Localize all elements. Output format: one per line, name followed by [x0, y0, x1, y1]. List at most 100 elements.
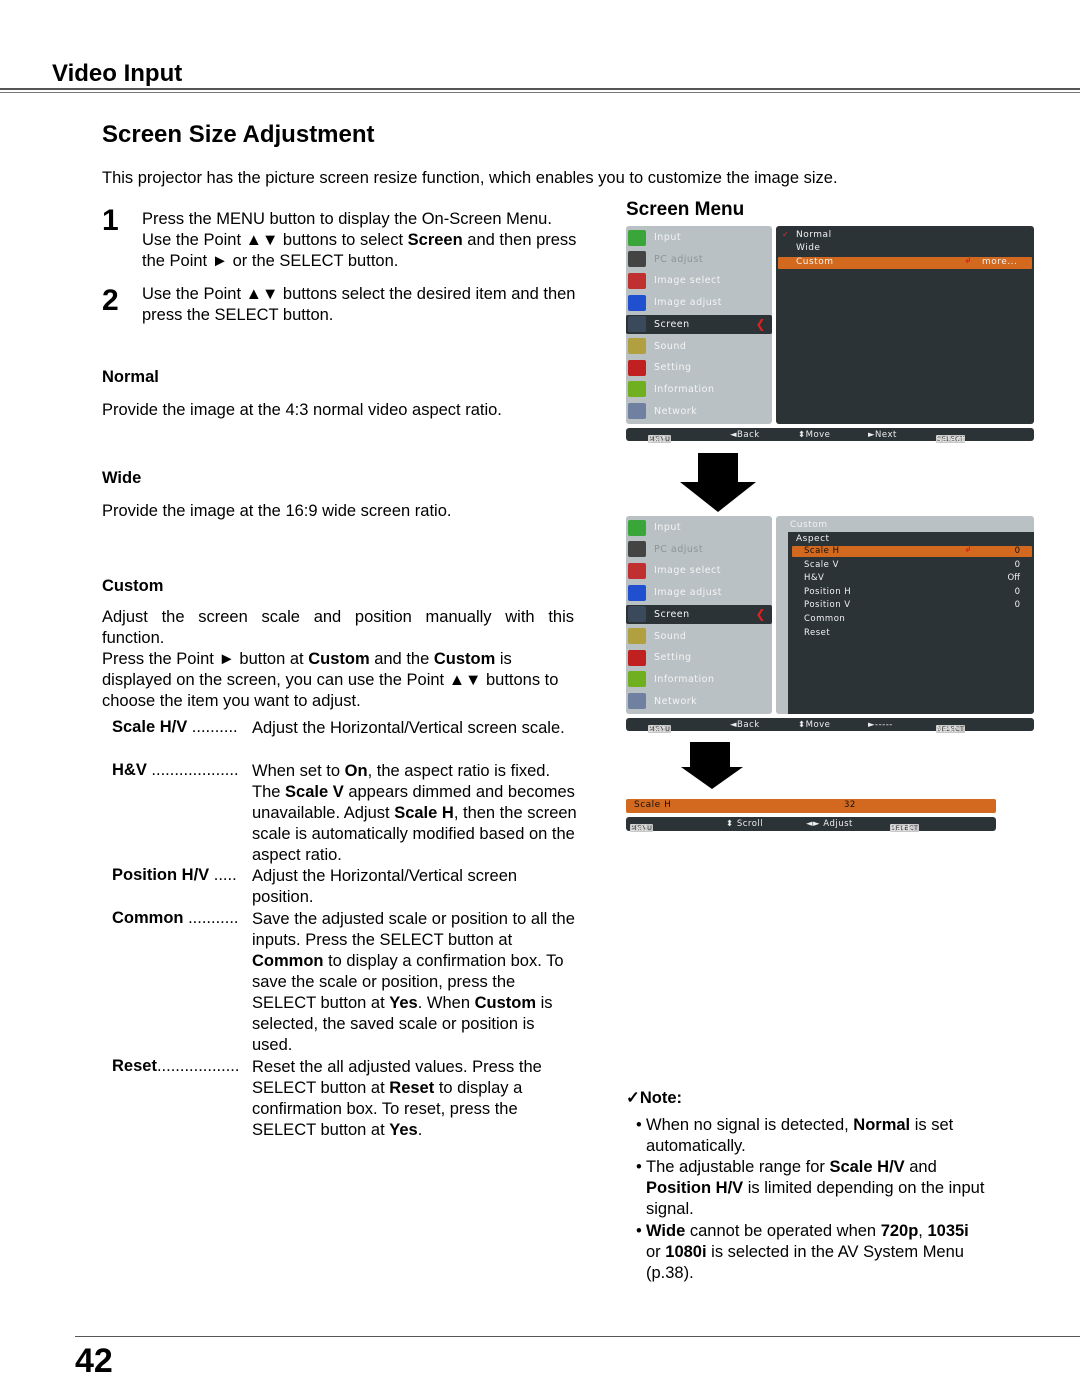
note-title: ✓Note:: [626, 1089, 682, 1107]
definition-term: Common ...........: [112, 909, 239, 927]
bullet: •: [636, 1158, 642, 1176]
menu-item-image-select[interactable]: Image select: [626, 271, 772, 290]
footer-back: ◄Back: [730, 429, 760, 440]
custom-item-scale-v[interactable]: Scale V: [804, 560, 839, 570]
section-title: Video Input: [52, 60, 183, 87]
screen-icon: [628, 606, 646, 623]
menu-item-label: PC adjust: [654, 543, 704, 555]
menu-item-label: Input: [654, 232, 682, 243]
custom-item-reset[interactable]: Reset: [804, 628, 830, 638]
menu-item-input[interactable]: Input: [626, 228, 772, 247]
menu-item-input[interactable]: Input: [626, 518, 772, 537]
menu-item-setting[interactable]: Setting: [626, 358, 772, 377]
option-wide[interactable]: Wide: [796, 243, 820, 253]
custom-text-line1: Adjust the screen scale and position man…: [102, 608, 574, 626]
definition-term: Reset..................: [112, 1057, 240, 1075]
normal-text: Provide the image at the 4:3 normal vide…: [102, 401, 502, 419]
step-number: 2: [102, 284, 119, 317]
selected-arrow-icon: ❮: [755, 607, 766, 622]
setting-icon: [628, 649, 646, 666]
input-icon: [628, 229, 646, 246]
sound-icon: [628, 628, 646, 644]
menu-item-pc-adjust[interactable]: PC adjust: [626, 540, 772, 559]
menu-item-label: Image adjust: [654, 297, 722, 309]
network-icon: [628, 403, 646, 420]
option-normal[interactable]: Normal: [796, 230, 832, 240]
more-label[interactable]: more...: [982, 257, 1017, 267]
menu-item-network[interactable]: Network: [626, 402, 772, 421]
note-text: The adjustable range for Scale H/V and P…: [646, 1158, 985, 1218]
bullet: •: [636, 1222, 642, 1240]
custom-item-value: 0: [1014, 600, 1020, 611]
custom-instructions: Press the Point ► button at Custom and t…: [102, 650, 559, 710]
custom-text-line2: function.: [102, 629, 165, 647]
sound-icon: [628, 338, 646, 354]
page-title: Screen Size Adjustment: [102, 121, 375, 148]
menu-item-image-select[interactable]: Image select: [626, 561, 772, 580]
menu-item-image-adjust[interactable]: Image adjust: [626, 293, 772, 312]
custom-item-scale-h[interactable]: Scale H: [804, 546, 839, 556]
scale-h-bar[interactable]: [626, 799, 996, 813]
custom-item-value: 0: [1014, 586, 1020, 597]
footer-adjust: ◄► Adjust: [806, 819, 853, 829]
selected-arrow-icon: ❮: [755, 317, 766, 332]
normal-heading: Normal: [102, 368, 159, 386]
pc-adjust-icon: [628, 251, 646, 268]
menu-item-information[interactable]: Information: [626, 380, 772, 399]
menu-item-label: Screen: [654, 318, 690, 330]
down-arrow-icon: [690, 742, 730, 768]
menu-item-label: Information: [654, 673, 715, 685]
pc-adjust-icon: [628, 541, 646, 558]
custom-item-position-h[interactable]: Position H: [804, 587, 851, 597]
footer-back: ◄Back: [730, 719, 760, 730]
menu-item-label: Information: [654, 383, 715, 395]
menu-item-sound[interactable]: Sound: [626, 627, 772, 646]
definition-term: H&V ...................: [112, 761, 239, 779]
menu-item-sound[interactable]: Sound: [626, 337, 772, 356]
custom-item-h-v[interactable]: H&V: [804, 573, 824, 583]
definition-description: Save the adjusted scale or position to a…: [252, 910, 575, 1054]
menu-item-label: Network: [654, 695, 698, 707]
option-custom[interactable]: Custom: [796, 257, 833, 267]
menu-item-information[interactable]: Information: [626, 670, 772, 689]
menu-item-pc-adjust[interactable]: PC adjust: [626, 250, 772, 269]
osd-custom-menu: Input PC adjust Image select Image adjust Sc…: [626, 516, 1034, 735]
custom-item-value: 0: [1014, 546, 1020, 556]
down-arrow-head: [680, 482, 756, 512]
enter-icon: ↲: [964, 256, 973, 266]
custom-item-value: 0: [1014, 559, 1020, 570]
footer-move: ⬍Move: [798, 719, 831, 730]
header-rule-thin: [0, 92, 1080, 93]
menu-item-label: Setting: [654, 652, 692, 664]
main-menu-panel: Input PC adjust Image select Image adjust Sc…: [626, 516, 772, 714]
setting-icon: [628, 359, 646, 376]
information-icon: [628, 671, 646, 688]
menu-item-label: Sound: [654, 340, 687, 352]
network-icon: [628, 693, 646, 710]
note-text: When no signal is detected, Normal is se…: [646, 1116, 954, 1155]
step-text: Press the MENU button to display the On-…: [142, 210, 577, 270]
osd-screen-menu: Input PC adjust Image select Image adjust Sc…: [626, 226, 1034, 445]
custom-panel: Custom Aspect ↲ Scale H 0 Scale V 0 H&V Off Pos…: [776, 516, 1034, 714]
menu-item-screen[interactable]: Screen ❮: [626, 604, 772, 624]
menu-item-setting[interactable]: Setting: [626, 648, 772, 667]
menu-item-label: Image adjust: [654, 587, 722, 599]
check-icon: ✓: [782, 230, 790, 239]
footer-rule: [75, 1336, 1080, 1337]
osd-footer: MENU Exit ◄Back ⬍Move ►Next SELECT Select: [626, 428, 1034, 445]
menu-item-network[interactable]: Network: [626, 692, 772, 711]
custom-item-position-v[interactable]: Position V: [804, 600, 851, 610]
intro-text: This projector has the picture screen re…: [102, 169, 838, 187]
screen-menu-title: Screen Menu: [626, 199, 745, 220]
menu-item-label: Screen: [654, 608, 690, 620]
menu-item-label: PC adjust: [654, 253, 704, 265]
menu-item-screen[interactable]: Screen ❮: [626, 314, 772, 334]
definition-description: Reset the all adjusted values. Press the…: [252, 1058, 542, 1139]
down-arrow-head: [681, 767, 743, 789]
scale-h-value: 32: [844, 800, 856, 810]
custom-heading: Custom: [102, 577, 164, 595]
custom-item-common[interactable]: Common: [804, 614, 845, 624]
osd-footer: MENU Exit ◄Back ⬍Move ►----- SELECT Next: [626, 718, 1034, 735]
menu-item-label: Network: [654, 405, 698, 417]
menu-item-image-adjust[interactable]: Image adjust: [626, 583, 772, 602]
